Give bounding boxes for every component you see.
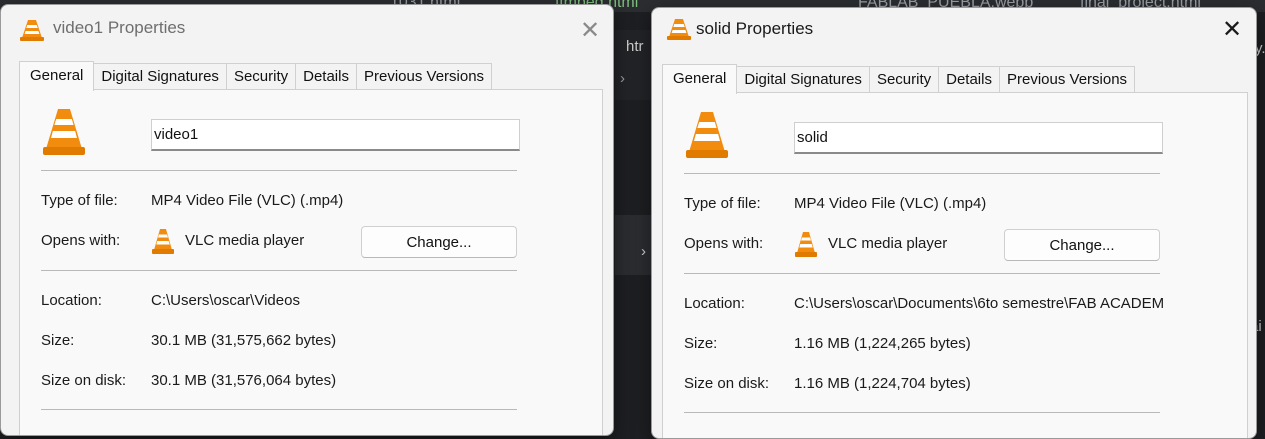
editor-breadcrumb-text: htr [626,38,644,55]
location-label: Location: [684,295,745,312]
tab-bar: General Digital Signatures Security Deta… [19,61,493,91]
type-of-file-label: Type of file: [684,195,761,212]
tab-previous-versions[interactable]: Previous Versions [356,63,493,90]
separator [684,173,1160,174]
size-value: 30.1 MB (31,575,662 bytes) [151,332,337,349]
size-on-disk-value: 1.16 MB (1,224,704 bytes) [794,375,971,392]
opens-with-label: Opens with: [41,232,121,249]
size-label: Size: [41,332,75,349]
chevron-right-icon: › [620,70,625,87]
location-label: Location: [41,292,102,309]
vlc-cone-icon [19,17,45,48]
separator [684,412,1160,413]
vlc-cone-icon [794,231,818,263]
size-on-disk-value: 30.1 MB (31,576,064 bytes) [151,372,337,389]
opens-with-label: Opens with: [684,235,764,252]
tab-digital-signatures[interactable]: Digital Signatures [737,66,870,93]
tab-details[interactable]: Details [296,63,357,90]
editor-minimap-strip [615,215,655,275]
vlc-cone-icon [666,16,692,47]
separator [684,273,1160,274]
opens-with-value: VLC media player [828,235,948,252]
location-value: C:\Users\oscar\Videos [151,292,300,309]
vlc-cone-icon [151,228,175,260]
tab-security[interactable]: Security [869,66,940,93]
close-icon[interactable]: ✕ [575,15,605,45]
properties-dialog-solid: solid Properties ✕ General Digital Signa… [651,7,1257,439]
properties-dialog-video1: video1 Properties ✕ General Digital Sign… [0,4,614,436]
change-button[interactable]: Change... [1004,229,1160,261]
separator [41,409,517,410]
separator [41,170,517,171]
window-title: video1 Properties [53,18,186,37]
tab-bar: General Digital Signatures Security Deta… [662,64,1136,94]
close-icon[interactable]: ✕ [1217,14,1247,44]
size-on-disk-label: Size on disk: [41,372,127,389]
window-title: solid Properties [696,19,814,38]
tab-general[interactable]: General [662,64,738,94]
tab-general[interactable]: General [19,61,95,91]
size-on-disk-label: Size on disk: [684,375,770,392]
type-of-file-value: MP4 Video File (VLC) (.mp4) [794,195,987,212]
tab-previous-versions[interactable]: Previous Versions [999,66,1136,93]
location-value: C:\Users\oscar\Documents\6to semestre\FA… [794,295,1164,312]
file-name-input[interactable] [794,122,1163,154]
tab-security[interactable]: Security [226,63,297,90]
vlc-cone-icon [41,107,87,162]
type-of-file-label: Type of file: [41,192,118,209]
size-label: Size: [684,335,718,352]
type-of-file-value: MP4 Video File (VLC) (.mp4) [151,192,344,209]
title-bar[interactable]: video1 Properties ✕ [1,5,613,55]
size-value: 1.16 MB (1,224,265 bytes) [794,335,971,352]
separator [41,270,517,271]
change-button[interactable]: Change... [361,226,517,258]
vlc-cone-icon [684,110,730,165]
chevron-right-icon: › [641,243,646,260]
opens-with-value: VLC media player [185,232,305,249]
file-name-input[interactable] [151,119,520,151]
tab-digital-signatures[interactable]: Digital Signatures [94,63,227,90]
title-bar[interactable]: solid Properties ✕ [652,8,1256,58]
tab-details[interactable]: Details [939,66,1000,93]
